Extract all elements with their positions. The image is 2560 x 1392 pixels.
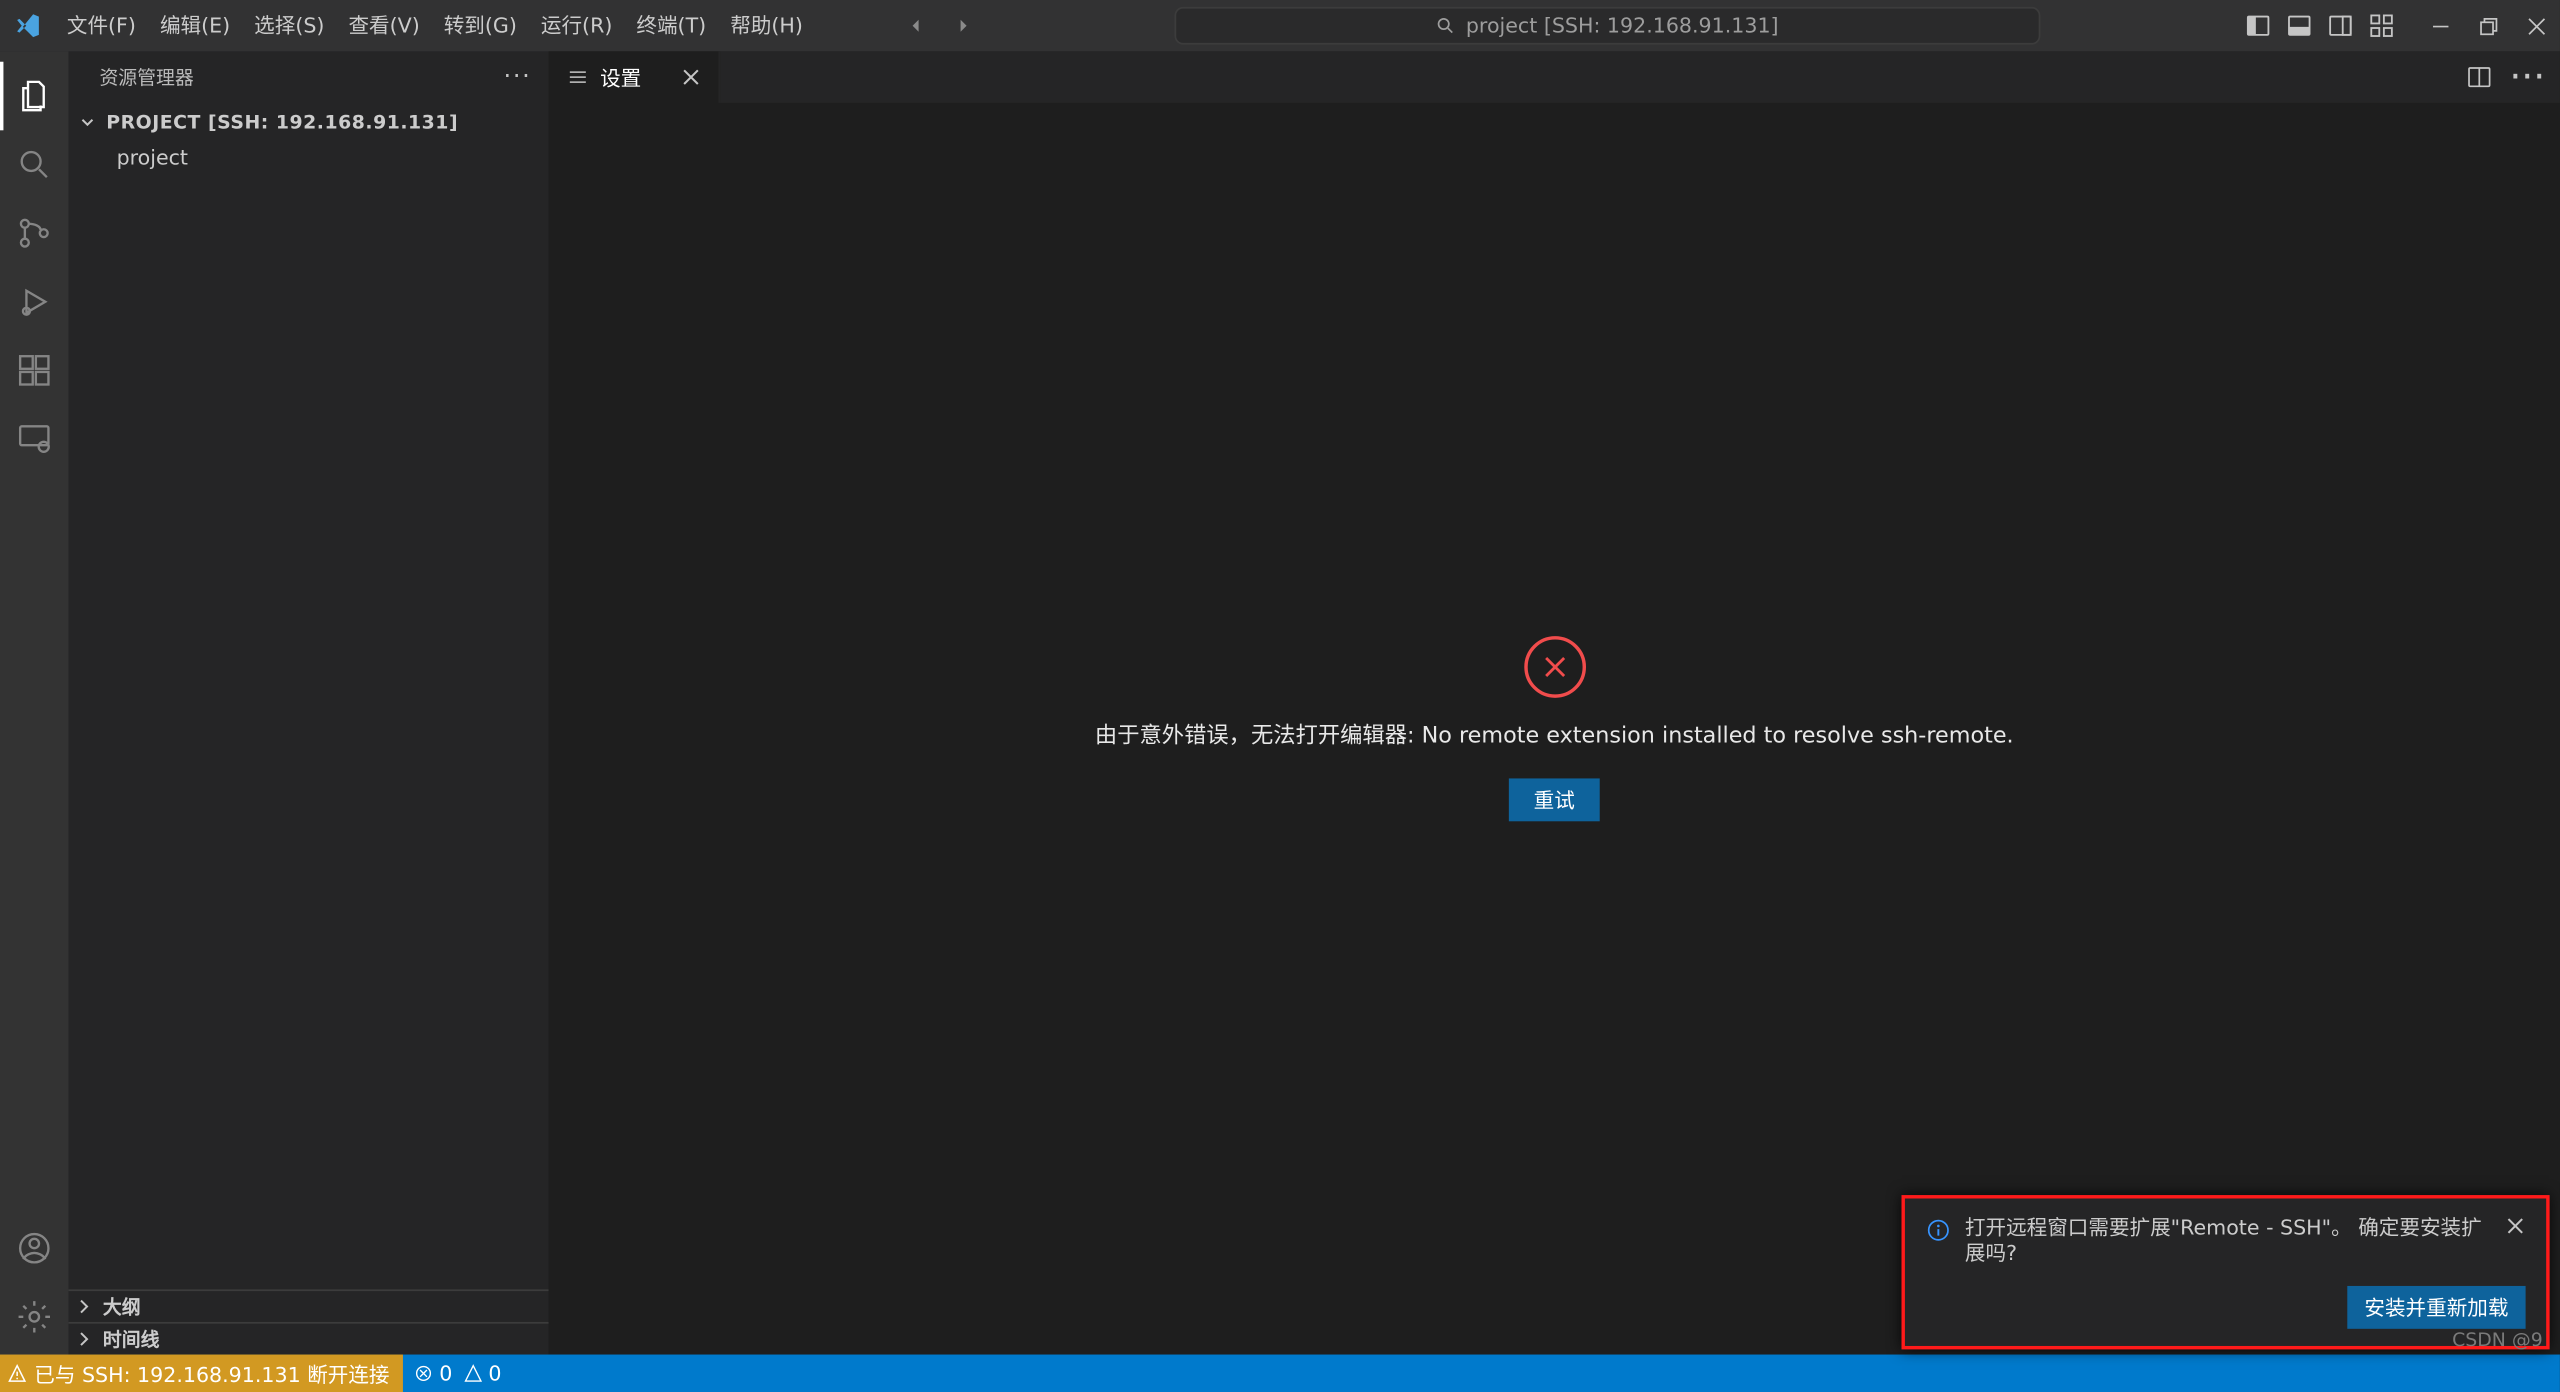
remote-status[interactable]: 已与 SSH: 192.168.91.131 断开连接 bbox=[0, 1355, 403, 1392]
tab-settings-label: 设置 bbox=[600, 63, 641, 92]
explorer-root[interactable]: PROJECT [SSH: 192.168.91.131] bbox=[69, 103, 549, 141]
editor-error-panel: 由于意外错误，无法打开编辑器: No remote extension inst… bbox=[1095, 637, 2014, 821]
menu-run[interactable]: 运行(R) bbox=[529, 0, 625, 51]
watermark: CSDN @9 bbox=[2452, 1329, 2543, 1351]
settings-gear-icon[interactable] bbox=[0, 1283, 69, 1352]
activity-bar bbox=[0, 51, 69, 1354]
outline-section[interactable]: 大纲 bbox=[69, 1289, 549, 1322]
explorer-sidebar: 资源管理器 ··· PROJECT [SSH: 192.168.91.131] … bbox=[69, 51, 549, 1354]
menu-go[interactable]: 转到(G) bbox=[432, 0, 529, 51]
toast-message: 打开远程窗口需要扩展"Remote - SSH"。 确定要安装扩展吗? bbox=[1965, 1215, 2491, 1268]
menu-bar: 文件(F) 编辑(E) 选择(S) 查看(V) 转到(G) 运行(R) 终端(T… bbox=[55, 0, 815, 51]
search-icon[interactable] bbox=[0, 130, 69, 199]
toggle-primary-sidebar-icon[interactable] bbox=[2238, 0, 2279, 51]
explorer-root-label: PROJECT [SSH: 192.168.91.131] bbox=[106, 111, 458, 133]
vscode-logo-icon bbox=[14, 12, 41, 39]
accounts-icon[interactable] bbox=[0, 1214, 69, 1283]
window-close-icon[interactable] bbox=[2512, 0, 2560, 51]
status-warnings[interactable]: 0 bbox=[463, 1361, 512, 1385]
tab-settings[interactable]: 设置 bbox=[549, 51, 720, 102]
nav-back-icon[interactable] bbox=[904, 14, 928, 38]
tabs-more-icon[interactable]: ··· bbox=[2508, 56, 2546, 99]
split-editor-icon[interactable] bbox=[2460, 63, 2498, 90]
explorer-icon[interactable] bbox=[0, 62, 69, 131]
tabs-bar: 设置 ··· bbox=[549, 51, 2560, 102]
menu-terminal[interactable]: 终端(T) bbox=[624, 0, 718, 51]
info-icon bbox=[1925, 1217, 1951, 1243]
timeline-section[interactable]: 时间线 bbox=[69, 1322, 549, 1355]
error-icon bbox=[1523, 637, 1585, 699]
menu-help[interactable]: 帮助(H) bbox=[718, 0, 815, 51]
window-restore-icon[interactable] bbox=[2464, 0, 2512, 51]
tab-close-icon[interactable] bbox=[681, 67, 702, 88]
status-errors[interactable]: 0 bbox=[403, 1361, 462, 1385]
menu-view[interactable]: 查看(V) bbox=[336, 0, 431, 51]
retry-button[interactable]: 重试 bbox=[1510, 778, 1599, 821]
command-center[interactable]: project [SSH: 192.168.91.131] bbox=[1174, 7, 2040, 45]
toggle-secondary-sidebar-icon[interactable] bbox=[2320, 0, 2361, 51]
outline-section-label: 大纲 bbox=[103, 1293, 141, 1320]
toast-close-icon[interactable] bbox=[2505, 1215, 2526, 1236]
timeline-section-label: 时间线 bbox=[103, 1325, 160, 1352]
editor-error-text: 由于意外错误，无法打开编辑器: No remote extension inst… bbox=[1095, 723, 2014, 754]
explorer-title: 资源管理器 bbox=[99, 63, 193, 90]
menu-edit[interactable]: 编辑(E) bbox=[148, 0, 242, 51]
status-bar: 已与 SSH: 192.168.91.131 断开连接 0 0 bbox=[0, 1355, 2560, 1392]
command-center-text: project [SSH: 192.168.91.131] bbox=[1466, 14, 1779, 38]
notification-toast: 打开远程窗口需要扩展"Remote - SSH"。 确定要安装扩展吗? 安装并重… bbox=[1901, 1195, 2549, 1350]
customize-layout-icon[interactable] bbox=[2361, 0, 2402, 51]
extensions-icon[interactable] bbox=[0, 336, 69, 405]
remote-status-text: 已与 SSH: 192.168.91.131 断开连接 bbox=[34, 1359, 389, 1388]
source-control-icon[interactable] bbox=[0, 199, 69, 268]
menu-file[interactable]: 文件(F) bbox=[55, 0, 148, 51]
title-bar: 文件(F) 编辑(E) 选择(S) 查看(V) 转到(G) 运行(R) 终端(T… bbox=[0, 0, 2560, 51]
remote-explorer-icon[interactable] bbox=[0, 405, 69, 474]
run-debug-icon[interactable] bbox=[0, 267, 69, 336]
editor-area: 设置 ··· 由于意外错误，无法打开编辑器: N bbox=[549, 51, 2560, 1354]
toggle-panel-icon[interactable] bbox=[2279, 0, 2320, 51]
window-minimize-icon[interactable] bbox=[2416, 0, 2464, 51]
explorer-item-project[interactable]: project bbox=[69, 141, 549, 175]
nav-forward-icon[interactable] bbox=[952, 14, 976, 38]
status-errors-count: 0 bbox=[439, 1361, 452, 1385]
menu-select[interactable]: 选择(S) bbox=[242, 0, 336, 51]
explorer-more-icon[interactable]: ··· bbox=[503, 63, 531, 90]
status-warnings-count: 0 bbox=[488, 1361, 501, 1385]
toast-install-button[interactable]: 安装并重新加载 bbox=[2347, 1286, 2525, 1329]
